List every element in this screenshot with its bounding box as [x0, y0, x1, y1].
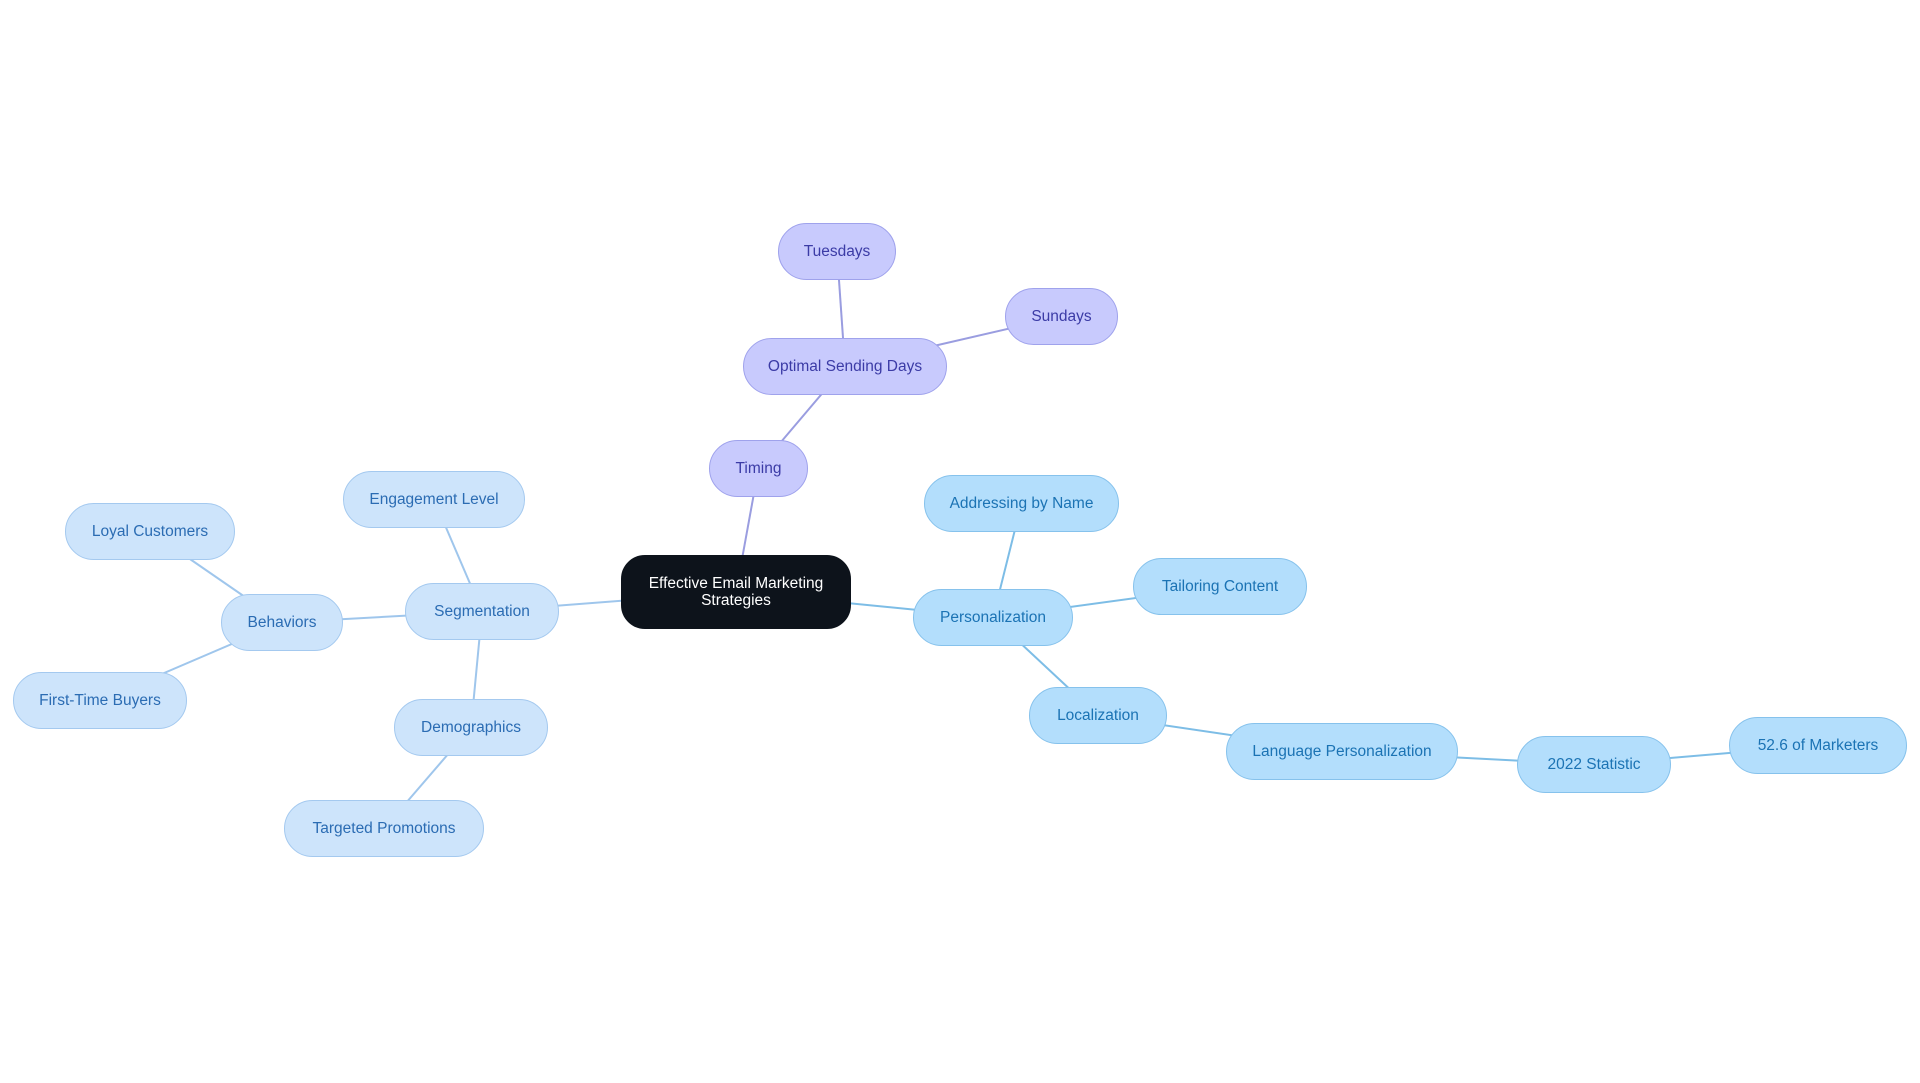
- root-node[interactable]: Effective Email Marketing Strategies: [621, 555, 851, 629]
- node-loyal-customers[interactable]: Loyal Customers: [65, 503, 235, 560]
- node-segmentation[interactable]: Segmentation: [405, 583, 559, 640]
- node-52-6-of-marketers[interactable]: 52.6 of Marketers: [1729, 717, 1907, 774]
- node-2022-statistic[interactable]: 2022 Statistic: [1517, 736, 1671, 793]
- node-language-personalization[interactable]: Language Personalization: [1226, 723, 1458, 780]
- node-targeted-promotions[interactable]: Targeted Promotions: [284, 800, 484, 857]
- node-sundays[interactable]: Sundays: [1005, 288, 1118, 345]
- node-first-time-buyers[interactable]: First-Time Buyers: [13, 672, 187, 729]
- node-localization[interactable]: Localization: [1029, 687, 1167, 744]
- node-personalization[interactable]: Personalization: [913, 589, 1073, 646]
- node-engagement-level[interactable]: Engagement Level: [343, 471, 525, 528]
- connector-lines: [99, 251, 1819, 830]
- node-demographics[interactable]: Demographics: [394, 699, 548, 756]
- node-optimal-sending-days[interactable]: Optimal Sending Days: [743, 338, 947, 395]
- node-behaviors[interactable]: Behaviors: [221, 594, 343, 651]
- node-addressing-by-name[interactable]: Addressing by Name: [924, 475, 1119, 532]
- node-tuesdays[interactable]: Tuesdays: [778, 223, 896, 280]
- node-tailoring-content[interactable]: Tailoring Content: [1133, 558, 1307, 615]
- node-timing[interactable]: Timing: [709, 440, 808, 497]
